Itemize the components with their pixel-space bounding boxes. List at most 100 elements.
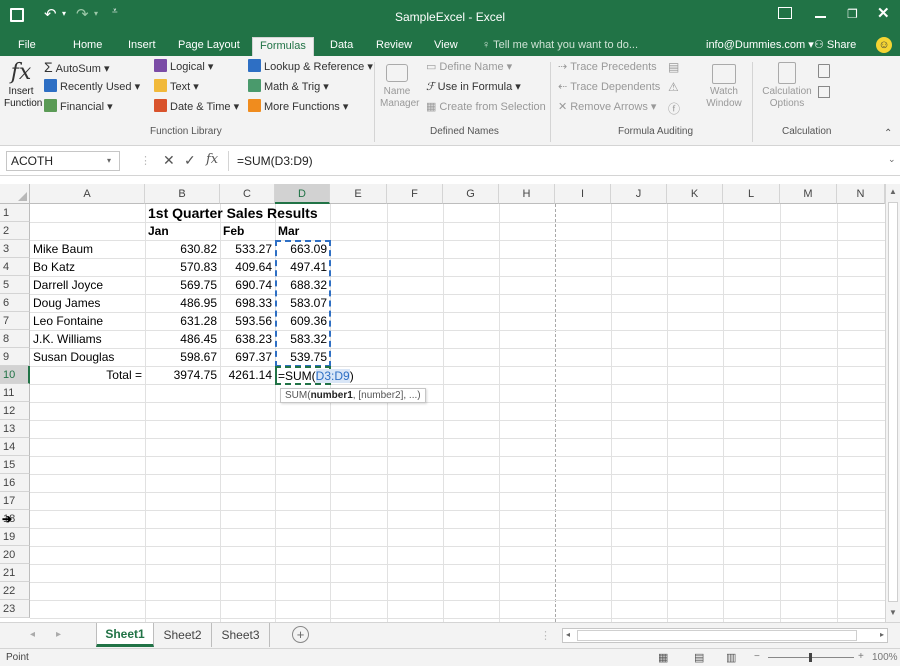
logical-button[interactable]: Logical ▾ — [154, 58, 213, 76]
normal-view-icon[interactable]: ▦ — [658, 651, 668, 664]
vertical-scrollbar[interactable]: ▲ ▼ — [885, 184, 900, 622]
collapse-ribbon-icon[interactable]: ⌃ — [884, 128, 892, 139]
lookup-reference-button[interactable]: Lookup & Reference ▾ — [248, 58, 373, 76]
minimize-icon[interactable] — [815, 16, 826, 18]
undo-dropdown-icon[interactable]: ▾ — [62, 9, 66, 18]
row-header-4[interactable]: 4 — [0, 258, 30, 276]
name-manager-button[interactable]: Name Manager — [380, 60, 419, 110]
cell-feb[interactable]: 638.23 — [220, 330, 275, 348]
cell-name[interactable]: J.K. Williams — [30, 330, 145, 348]
active-cell-d10[interactable]: =SUM(D3:D9) — [275, 366, 354, 385]
col-header-l[interactable]: L — [723, 184, 780, 204]
name-box[interactable]: ACOTH ▾ — [6, 151, 120, 171]
smiley-feedback-icon[interactable]: ☺ — [876, 37, 892, 53]
zoom-level[interactable]: 100% — [872, 652, 898, 663]
sheet-tab-sheet2[interactable]: Sheet2 — [154, 623, 212, 647]
customize-toolbar-icon[interactable]: ⩡ — [112, 6, 118, 17]
cell-name[interactable]: Leo Fontaine — [30, 312, 145, 330]
col-header-h[interactable]: H — [499, 184, 555, 204]
zoom-in-icon[interactable]: + — [858, 651, 864, 662]
tab-file[interactable]: File — [18, 37, 36, 56]
confirm-entry-icon[interactable]: ✓ — [184, 152, 196, 169]
row-header-16[interactable]: 16 — [0, 474, 30, 492]
watch-window-button[interactable]: Watch Window — [704, 60, 744, 110]
evaluate-formula-icon[interactable]: ⓕ — [668, 100, 680, 117]
zoom-out-icon[interactable]: − — [754, 651, 760, 662]
col-header-b[interactable]: B — [145, 184, 220, 204]
cell-name[interactable]: Susan Douglas — [30, 348, 145, 366]
row-header-9[interactable]: 9 — [0, 348, 30, 366]
row-header-13[interactable]: 13 — [0, 420, 30, 438]
ribbon-display-options-icon[interactable] — [778, 7, 792, 19]
horizontal-scrollbar[interactable]: ◂ ▸ — [562, 628, 888, 643]
trace-dependents-button[interactable]: ⇠ Trace Dependents — [558, 78, 660, 96]
close-icon[interactable]: ✕ — [877, 4, 890, 22]
worksheet-grid[interactable]: A B C D E F G H I J K L M N 1 2 3 4 5 6 … — [0, 184, 885, 622]
total-label[interactable]: Total = — [30, 366, 145, 384]
cancel-entry-icon[interactable]: ✕ — [163, 152, 175, 169]
cell-jan[interactable]: 598.67 — [145, 348, 220, 366]
col-header-i[interactable]: I — [555, 184, 611, 204]
cell-jan[interactable]: 630.82 — [145, 240, 220, 258]
col-header-k[interactable]: K — [667, 184, 723, 204]
undo-icon[interactable]: ↶ — [44, 5, 57, 23]
trace-precedents-button[interactable]: ⇢ Trace Precedents — [558, 58, 657, 76]
tab-page-layout[interactable]: Page Layout — [178, 37, 240, 56]
text-button[interactable]: Text ▾ — [154, 78, 199, 96]
row-header-19[interactable]: 19 — [0, 528, 30, 546]
tab-review[interactable]: Review — [376, 37, 412, 56]
total-feb[interactable]: 4261.14 — [220, 366, 275, 384]
insert-function-icon[interactable]: fx — [206, 152, 218, 167]
cell-feb[interactable]: 593.56 — [220, 312, 275, 330]
prev-sheet-icon[interactable]: ◂ — [30, 629, 35, 640]
create-from-selection-button[interactable]: ▦ Create from Selection — [426, 98, 546, 116]
header-mar[interactable]: Mar — [275, 222, 302, 240]
row-header-8[interactable]: 8 — [0, 330, 30, 348]
row-header-23[interactable]: 23 — [0, 600, 30, 618]
row-header-2[interactable]: 2 — [0, 222, 30, 240]
col-header-c[interactable]: C — [220, 184, 275, 204]
row-header-6[interactable]: 6 — [0, 294, 30, 312]
header-feb[interactable]: Feb — [220, 222, 247, 240]
cell-feb[interactable]: 690.74 — [220, 276, 275, 294]
cell-feb[interactable]: 697.37 — [220, 348, 275, 366]
col-header-f[interactable]: F — [387, 184, 443, 204]
sheet-title[interactable]: 1st Quarter Sales Results — [145, 204, 321, 222]
insert-function-button[interactable]: fx Insert Function — [4, 60, 42, 122]
calculate-now-icon[interactable] — [818, 64, 830, 78]
row-header-21[interactable]: 21 — [0, 564, 30, 582]
recently-used-button[interactable]: Recently Used ▾ — [44, 78, 140, 96]
cell-feb[interactable]: 698.33 — [220, 294, 275, 312]
zoom-slider-thumb[interactable] — [809, 653, 812, 662]
row-header-10[interactable]: 10 — [0, 366, 30, 384]
row-header-7[interactable]: 7 — [0, 312, 30, 330]
row-header-17[interactable]: 17 — [0, 492, 30, 510]
next-sheet-icon[interactable]: ▸ — [56, 629, 61, 640]
sheet-tab-sheet1[interactable]: Sheet1 — [96, 623, 154, 647]
cell-jan[interactable]: 486.95 — [145, 294, 220, 312]
more-functions-button[interactable]: More Functions ▾ — [248, 98, 348, 116]
scroll-left-icon[interactable]: ◂ — [566, 630, 570, 639]
tab-formulas[interactable]: Formulas — [252, 37, 314, 56]
remove-arrows-button[interactable]: ✕ Remove Arrows ▾ — [558, 98, 656, 116]
tab-home[interactable]: Home — [73, 37, 102, 56]
tab-insert[interactable]: Insert — [128, 37, 156, 56]
page-break-view-icon[interactable]: ▥ — [726, 651, 736, 664]
cell-jan[interactable]: 486.45 — [145, 330, 220, 348]
tell-me-box[interactable]: ♀ Tell me what you want to do... — [482, 37, 638, 56]
col-header-g[interactable]: G — [443, 184, 499, 204]
name-box-dropdown-icon[interactable]: ▾ — [107, 152, 111, 170]
tab-data[interactable]: Data — [330, 37, 353, 56]
function-tooltip[interactable]: SUM(number1, [number2], ...) — [280, 388, 426, 403]
row-header-15[interactable]: 15 — [0, 456, 30, 474]
share-button[interactable]: ⚇ Share — [814, 37, 856, 56]
horizontal-scroll-thumb[interactable] — [577, 630, 857, 641]
cell-feb[interactable]: 409.64 — [220, 258, 275, 276]
sheet-tab-sheet3[interactable]: Sheet3 — [212, 623, 270, 647]
cell-jan[interactable]: 631.28 — [145, 312, 220, 330]
row-header-11[interactable]: 11 — [0, 384, 30, 402]
cell-jan[interactable]: 569.75 — [145, 276, 220, 294]
row-header-12[interactable]: 12 — [0, 402, 30, 420]
save-icon[interactable] — [10, 8, 24, 22]
account-menu[interactable]: info@Dummies.com ▾ — [706, 37, 814, 56]
